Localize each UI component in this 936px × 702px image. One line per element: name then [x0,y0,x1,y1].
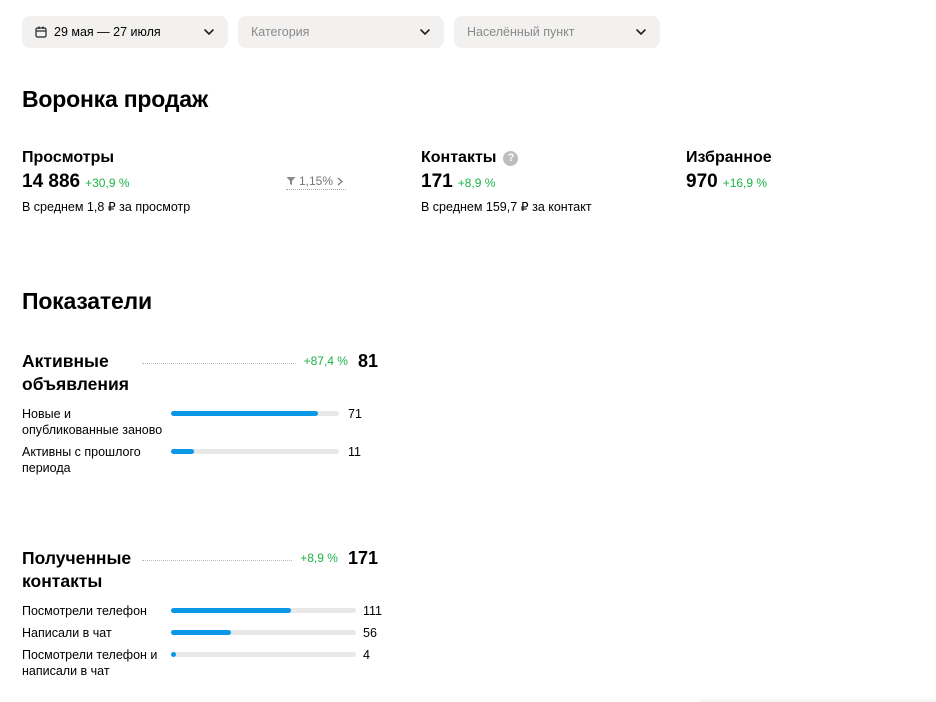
bar-label: Активны с прошлого периода [22,445,141,475]
bar-value: 71 [348,407,362,421]
active-ads-delta: +87,4 % [303,354,348,368]
active-ads-value: 81 [357,351,378,371]
bar-label: Новые и опубликованные заново [22,407,163,437]
bar-row: Активны с прошлого периода 11 [22,444,378,476]
location-select[interactable]: Населённый пункт [454,16,660,48]
bar-list: Посмотрели телефон 111 Написали в чат 56 Пос… [22,603,382,679]
bar-list: Новые и опубликованные заново 71 Активны с… [22,406,378,476]
bottom-corner-shadow [700,698,936,702]
views-metric: Просмотры 14 886 +30,9 % В среднем 1,8 ₽… [22,147,190,214]
funnel-title: Воронка продаж [22,86,208,112]
contacts-value: 171 [421,171,453,192]
active-ads-section: Активные объявления +87,4 % 81 Новые и о… [22,350,378,482]
bar-label: Посмотрели телефон и написали в чат [22,648,158,678]
chevron-down-icon [204,29,214,35]
chevron-right-icon [337,177,343,185]
contacts-section-delta: +8,9 % [300,551,338,565]
category-placeholder: Категория [251,25,310,39]
favorites-metric: Избранное 970 +16,9 % [686,147,772,193]
bar-fill [171,449,194,454]
bar-value: 4 [363,648,370,662]
bar-fill [171,630,232,635]
help-icon[interactable]: ? [503,150,519,166]
favorites-title: Избранное [686,149,772,166]
bar-fill [171,411,319,416]
bar-track [171,411,339,416]
bar-fill [171,652,176,657]
active-ads-title: Активные объявления [22,351,129,394]
location-placeholder: Населённый пункт [467,25,575,39]
favorites-delta: +16,9 % [722,176,768,190]
bar-track [171,652,356,657]
bar-row: Написали в чат 56 [22,625,378,641]
contacts-section-title: Полученные контакты [22,548,132,591]
views-title: Просмотры [22,149,115,166]
category-select[interactable]: Категория [238,16,444,48]
views-value: 14 886 [22,171,81,192]
funnel-icon [286,177,296,185]
bar-value: 56 [363,626,377,640]
bar-value: 11 [348,445,361,459]
favorites-value: 970 [686,171,718,192]
contacts-section-value: 171 [347,548,378,568]
bar-label: Посмотрели телефон [22,604,147,618]
date-range-select[interactable]: 29 мая — 27 июля [22,16,228,48]
conversion-value: 1,15% [299,174,334,188]
bar-value: 111 [363,604,383,618]
conversion-link[interactable]: 1,15% [286,174,347,190]
views-subtitle: В среднем 1,8 ₽ за просмотр [22,200,191,214]
views-delta: +30,9 % [85,176,130,190]
bar-row: Посмотрели телефон 111 [22,603,382,619]
bar-track [171,630,356,635]
dotted-leader [142,350,296,364]
filters-bar: 29 мая — 27 июля Категория Населённый пу… [22,16,660,48]
date-range-value: 29 мая — 27 июля [54,25,161,39]
bar-track [171,449,339,454]
calendar-icon [35,26,47,38]
bar-row: Посмотрели телефон и написали в чат 4 [22,647,378,679]
bar-track [171,608,356,613]
dotted-leader [142,547,293,561]
bar-row: Новые и опубликованные заново 71 [22,406,378,438]
contacts-title: Контакты [421,149,497,166]
bar-label: Написали в чат [22,626,112,640]
bar-fill [171,608,292,613]
contacts-section: Полученные контакты +8,9 % 171 Посмотрел… [22,547,382,685]
contacts-subtitle: В среднем 159,7 ₽ за контакт [421,200,592,214]
contacts-delta: +8,9 % [457,176,496,190]
contacts-metric: Контакты ? 171 +8,9 % В среднем 159,7 ₽ … [421,147,592,214]
indicators-title: Показатели [22,288,152,314]
chevron-down-icon [420,29,430,35]
chevron-down-icon [636,29,646,35]
